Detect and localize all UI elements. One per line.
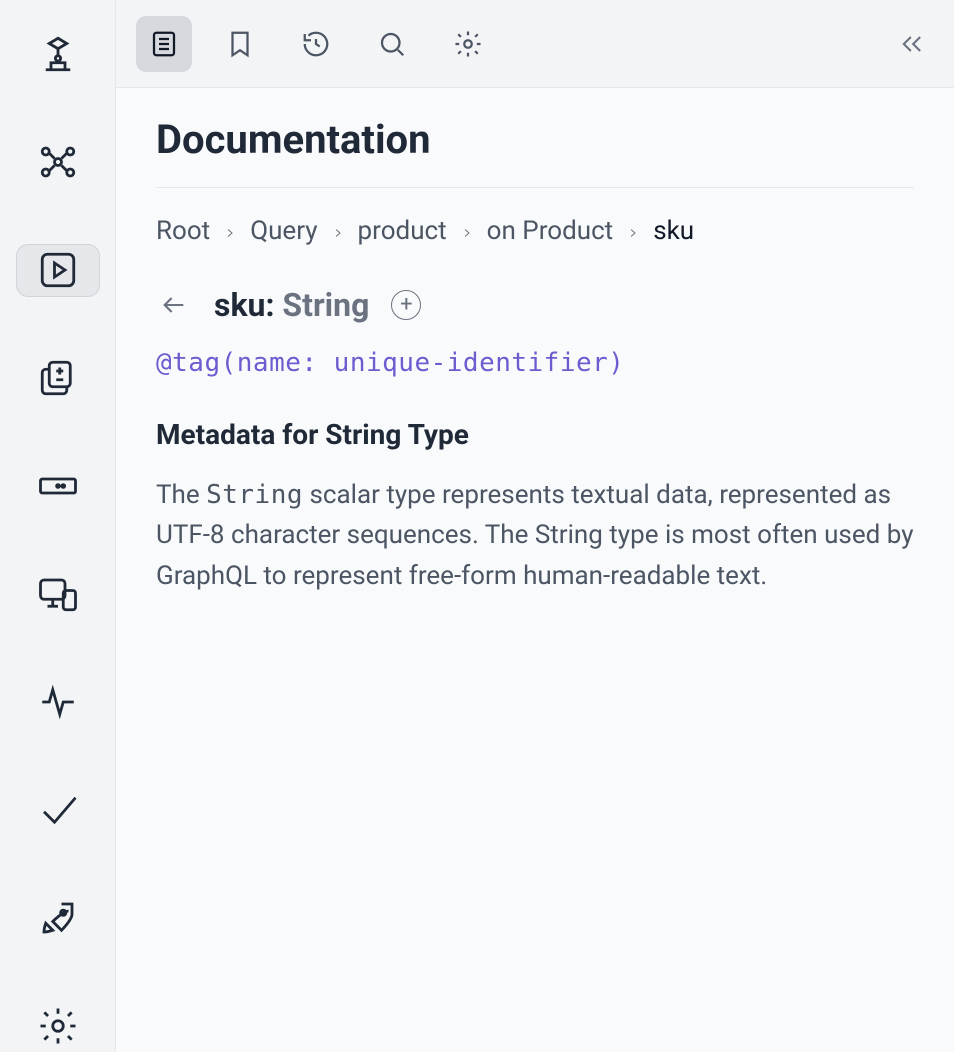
field-type: String <box>282 286 369 324</box>
main-panel: Documentation Root Query product on Prod… <box>115 0 954 1052</box>
toolbar-history-icon[interactable] <box>288 16 344 72</box>
content-area: Documentation Root Query product on Prod… <box>116 88 954 1052</box>
chevron-right-icon <box>461 216 473 246</box>
field-signature: sku: String <box>214 286 369 324</box>
rail-rocket-icon[interactable] <box>16 892 100 944</box>
add-plus-icon[interactable]: + <box>391 290 421 320</box>
inline-code: String <box>206 480 303 510</box>
rail-activity-icon[interactable] <box>16 676 100 728</box>
back-arrow-icon[interactable] <box>156 287 192 323</box>
crumb-root[interactable]: Root <box>156 216 210 246</box>
rail-settings-icon[interactable] <box>16 1000 100 1052</box>
rail-input-field-icon[interactable] <box>16 460 100 512</box>
field-name: sku <box>214 286 265 324</box>
crumb-on-product[interactable]: on Product <box>487 216 614 246</box>
rail-play-icon[interactable] <box>16 244 100 297</box>
toolbar-bookmark-icon[interactable] <box>212 16 268 72</box>
crumb-current: sku <box>653 216 694 246</box>
toolbar-search-icon[interactable] <box>364 16 420 72</box>
crumb-query[interactable]: Query <box>250 216 317 246</box>
chevron-right-icon <box>332 216 344 246</box>
breadcrumb: Root Query product on Product sku <box>156 216 914 246</box>
page-title: Documentation <box>156 116 914 188</box>
description-text: The String scalar type represents textua… <box>156 475 914 596</box>
rail-observatory-icon[interactable] <box>16 28 100 80</box>
rail-devices-icon[interactable] <box>16 568 100 620</box>
collapse-panel-icon[interactable] <box>890 22 934 66</box>
toolbar <box>116 0 954 88</box>
chevron-right-icon <box>224 216 236 246</box>
section-heading: Metadata for String Type <box>156 418 914 451</box>
crumb-product[interactable]: product <box>358 216 447 246</box>
left-rail <box>0 0 115 1052</box>
field-header: sku: String + <box>156 286 914 324</box>
directive-text: @tag(name: unique-identifier) <box>156 348 914 378</box>
rail-diff-icon[interactable] <box>16 353 100 405</box>
rail-graph-icon[interactable] <box>16 136 100 188</box>
toolbar-doc-list-icon[interactable] <box>136 16 192 72</box>
toolbar-settings-icon[interactable] <box>440 16 496 72</box>
chevron-right-icon <box>627 216 639 246</box>
rail-checkmark-icon[interactable] <box>16 784 100 836</box>
